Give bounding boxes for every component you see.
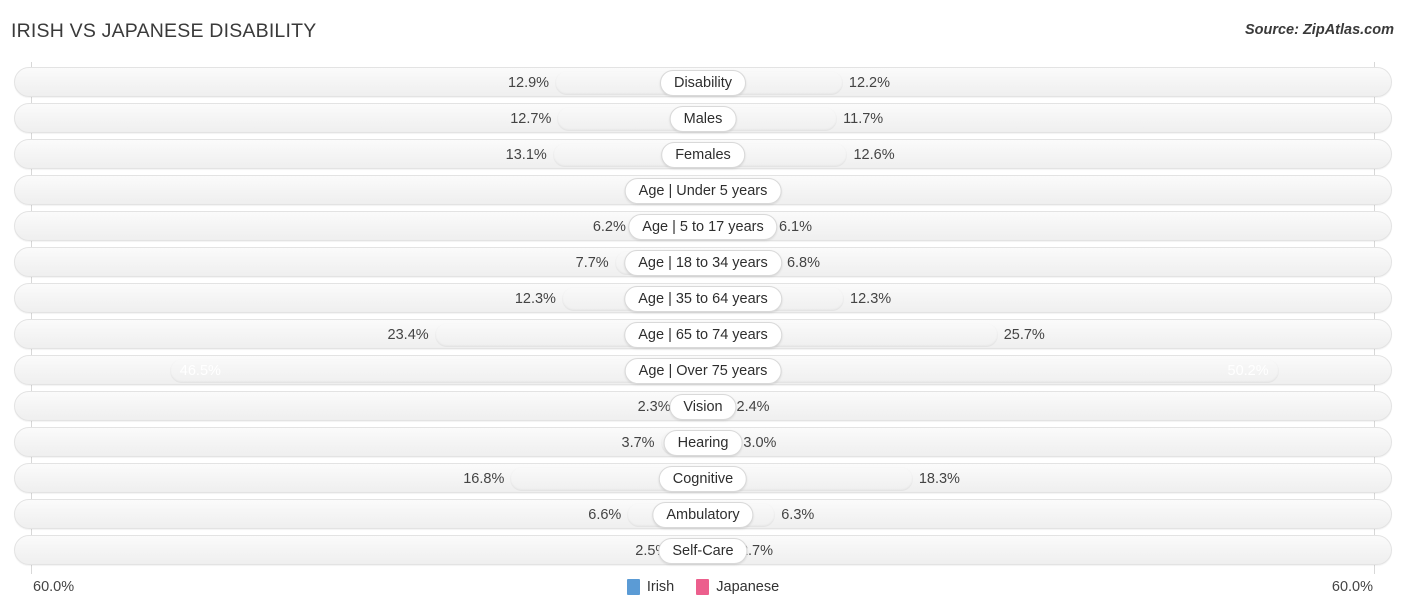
legend-swatch-icon [626, 579, 640, 595]
legend-swatch-icon [696, 579, 710, 595]
table-row[interactable]: 2.5% 2.7% Self-Care [14, 535, 1392, 565]
value-label-irish: 7.7% [575, 255, 609, 271]
category-label[interactable]: Age | 65 to 74 years [624, 322, 782, 348]
value-label-japanese: 12.2% [848, 75, 891, 91]
table-row[interactable]: 7.7% 6.8% Age | 18 to 34 years [14, 247, 1392, 277]
page-title: IRISH VS JAPANESE DISABILITY [11, 20, 317, 42]
chart-plot-area: 12.9% 12.2% Disability 12.7% 11.7% Males 13.1%… [0, 62, 1406, 574]
value-label-irish: 16.8% [463, 471, 505, 487]
table-row[interactable]: 13.1% 12.6% Females [14, 139, 1392, 169]
category-label[interactable]: Age | Under 5 years [624, 178, 782, 204]
value-label-japanese: 25.7% [1003, 327, 1045, 343]
value-label-japanese: 11.7% [843, 111, 884, 127]
table-row[interactable]: 2.3% 2.4% Vision [14, 391, 1392, 421]
category-label[interactable]: Vision [669, 394, 737, 420]
value-label-japanese: 6.8% [786, 255, 821, 271]
value-label-irish: 2.5% [635, 543, 669, 559]
legend-item[interactable]: Japanese [696, 579, 779, 595]
table-row[interactable]: 23.4% 25.7% Age | 65 to 74 years [14, 319, 1392, 349]
value-label-irish: 3.7% [621, 435, 655, 451]
chart-footer: 60.0% 60.0% Irish Japanese [0, 575, 1406, 612]
table-row[interactable]: 46.5% 50.2% Age | Over 75 years [14, 355, 1392, 385]
value-label-japanese: 3.0% [743, 435, 777, 451]
value-label-japanese: 50.2% [1227, 363, 1269, 379]
category-label[interactable]: Self-Care [658, 538, 748, 564]
source-attribution: Source: ZipAtlas.com [1244, 22, 1394, 38]
category-label[interactable]: Females [661, 142, 745, 168]
value-label-irish: 12.7% [510, 111, 552, 127]
value-label-irish: 13.1% [505, 147, 547, 163]
chart-header: IRISH VS JAPANESE DISABILITY Source: Zip… [0, 0, 1406, 58]
category-label[interactable]: Cognitive [658, 466, 748, 492]
category-label[interactable]: Disability [659, 70, 747, 96]
chart-legend: Irish Japanese [0, 579, 1406, 595]
bar-japanese [703, 359, 1279, 383]
value-label-irish: 6.6% [588, 507, 622, 523]
value-label-irish: 46.5% [179, 363, 221, 379]
table-row[interactable]: 6.6% 6.3% Ambulatory [14, 499, 1392, 529]
value-label-irish: 23.4% [387, 327, 429, 343]
category-label[interactable]: Age | 5 to 17 years [628, 214, 778, 240]
category-label[interactable]: Hearing [663, 430, 743, 456]
table-row[interactable]: 16.8% 18.3% Cognitive [14, 463, 1392, 493]
value-label-japanese: 12.3% [850, 291, 892, 307]
table-row[interactable]: 12.7% 11.7% Males [14, 103, 1392, 133]
value-label-irish: 2.3% [637, 399, 671, 415]
value-label-irish: 12.9% [507, 75, 550, 91]
value-label-japanese: 6.3% [781, 507, 815, 523]
table-row[interactable]: 3.7% 3.0% Hearing [14, 427, 1392, 457]
table-row[interactable]: 12.3% 12.3% Age | 35 to 64 years [14, 283, 1392, 313]
category-label[interactable]: Age | Over 75 years [624, 358, 782, 384]
legend-item[interactable]: Irish [626, 579, 675, 595]
legend-label: Japanese [716, 579, 780, 595]
table-row[interactable]: 1.7%1.2%Age | Under 5 years [14, 175, 1392, 205]
value-label-irish: 12.3% [514, 291, 556, 307]
table-row[interactable]: 12.9% 12.2% Disability [14, 67, 1392, 97]
chart-page: IRISH VS JAPANESE DISABILITY Source: Zip… [0, 0, 1406, 612]
value-label-japanese: 2.4% [736, 399, 770, 415]
table-row[interactable]: 6.2% 6.1% Age | 5 to 17 years [14, 211, 1392, 241]
legend-label: Irish [646, 579, 675, 595]
category-label[interactable]: Males [669, 106, 737, 132]
value-label-japanese: 2.7% [739, 543, 774, 559]
category-label[interactable]: Ambulatory [652, 502, 754, 528]
category-label[interactable]: Age | 18 to 34 years [624, 250, 782, 276]
value-label-japanese: 6.1% [778, 219, 812, 235]
value-label-japanese: 12.6% [853, 147, 895, 163]
value-label-irish: 6.2% [592, 219, 626, 235]
category-label[interactable]: Age | 35 to 64 years [624, 286, 782, 312]
value-label-japanese: 18.3% [918, 471, 960, 487]
